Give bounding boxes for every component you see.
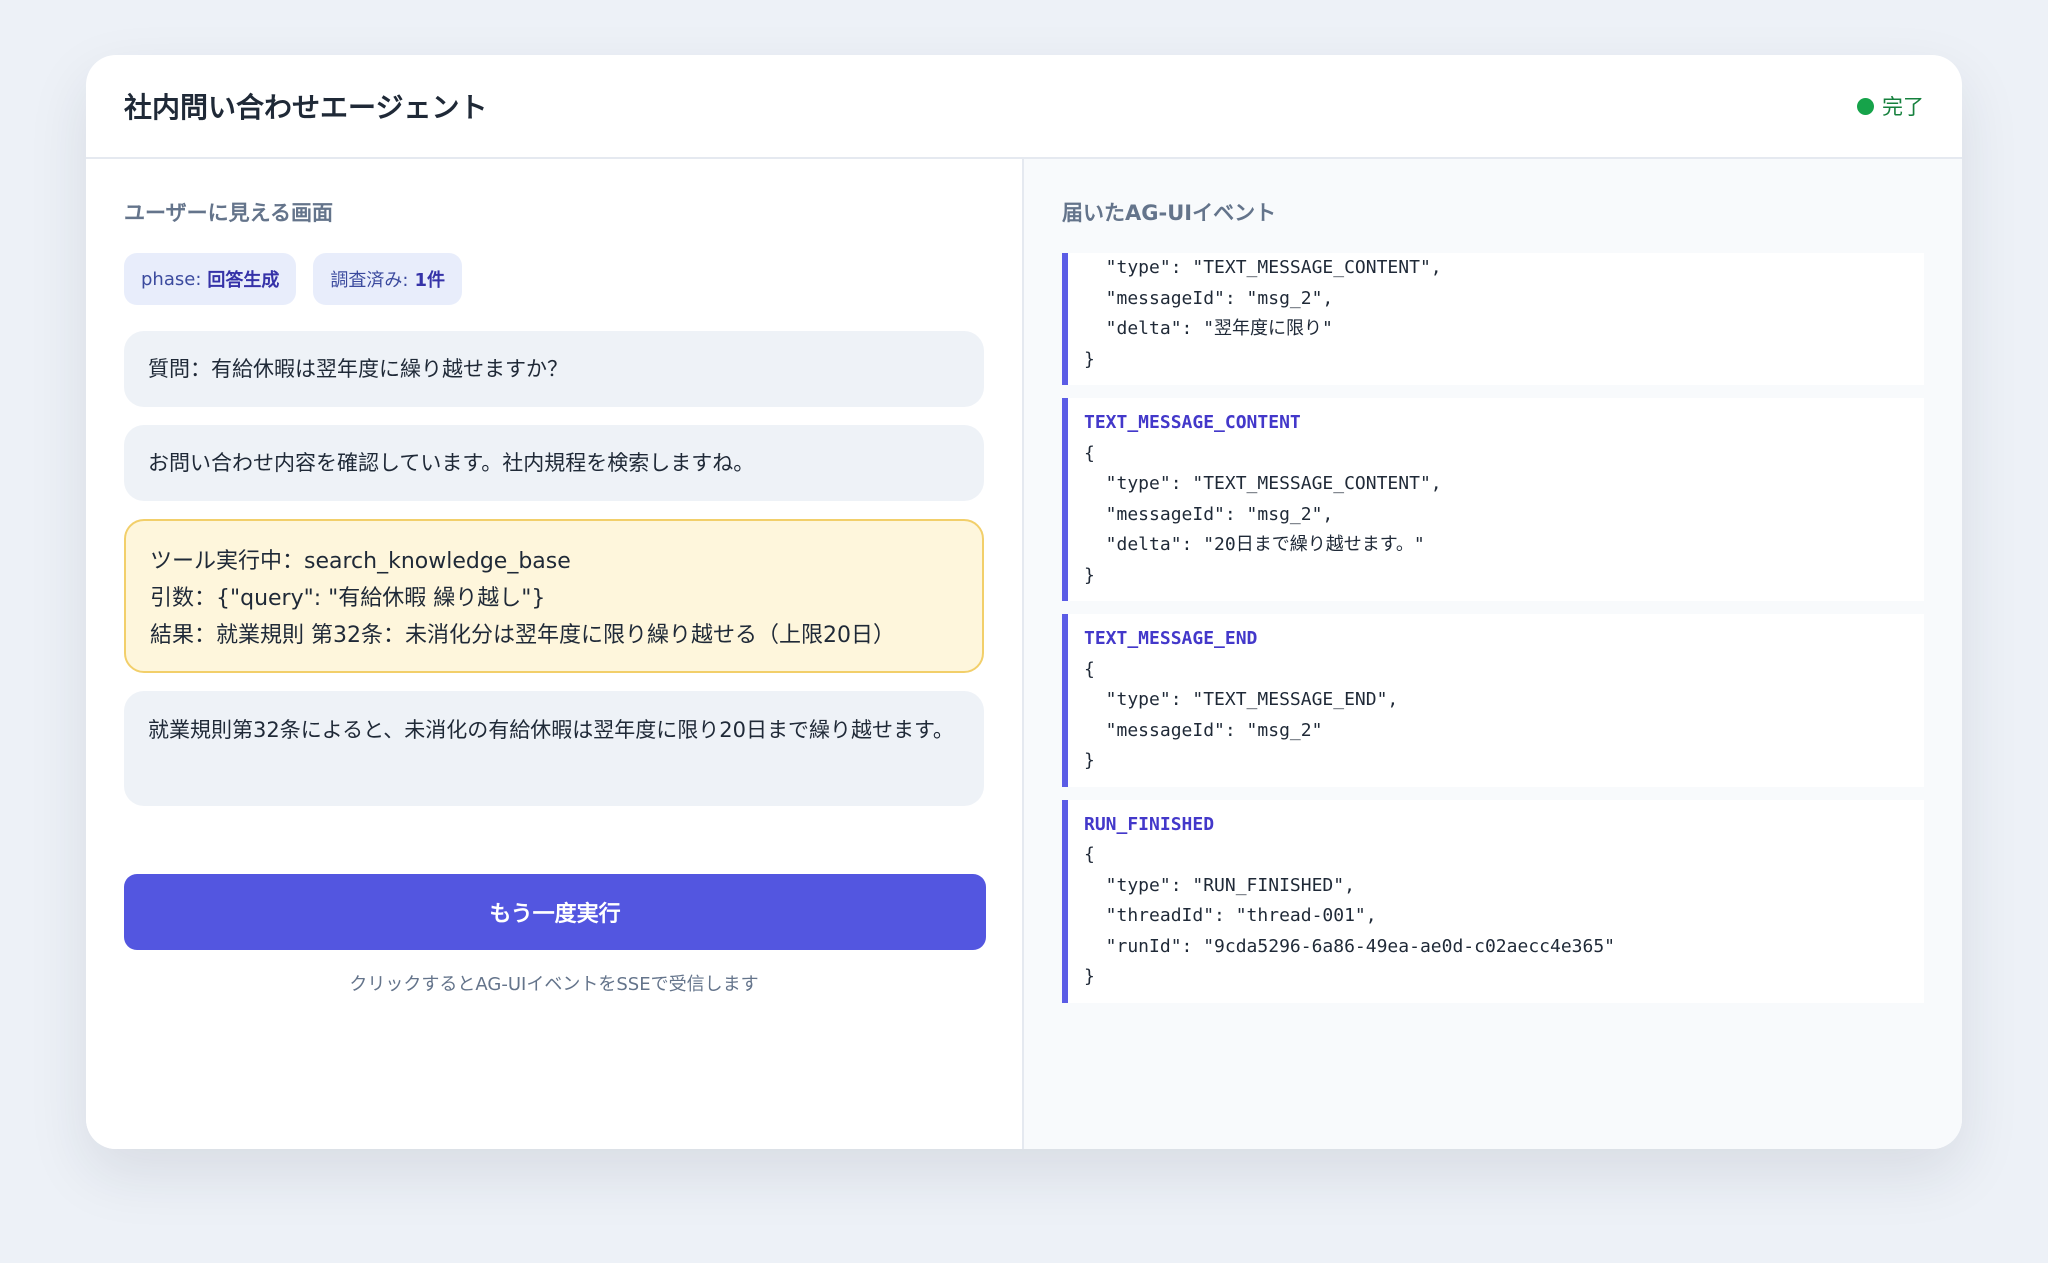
researched-chip-label: 調査済み: bbox=[330, 270, 409, 291]
event-name: RUN_FINISHED bbox=[1084, 813, 1215, 835]
app-title: 社内問い合わせエージェント bbox=[124, 91, 488, 124]
event-body: { "type": "TEXT_MESSAGE_END", "messageId… bbox=[1084, 658, 1399, 772]
user-view-title: ユーザーに見える画面 bbox=[124, 201, 333, 225]
ack-text: お問い合わせ内容を確認しています。社内規程を検索しますね。 bbox=[148, 451, 755, 475]
phase-chip-label: phase: bbox=[141, 268, 202, 290]
card-body: ユーザーに見える画面 phase: 回答生成 調査済み: 1件 質問：有給休暇は… bbox=[86, 159, 1962, 1149]
answer-text: 就業規則第32条によると、未消化の有給休暇は翌年度に限り20日まで繰り越せます。 bbox=[148, 718, 954, 742]
status-dot-icon bbox=[1857, 97, 1874, 115]
state-chips: phase: 回答生成 調査済み: 1件 bbox=[124, 253, 984, 305]
rerun-button[interactable]: もう一度実行 bbox=[124, 874, 986, 950]
card-header: 社内問い合わせエージェント 完了 bbox=[86, 55, 1962, 159]
event-body: { "type": "RUN_FINISHED", "threadId": "t… bbox=[1084, 844, 1616, 987]
tool-name-line: ツール実行中：search_knowledge_base bbox=[150, 549, 571, 574]
event-entry: RUN_FINISHED { "type": "RUN_FINISHED", "t… bbox=[1062, 799, 1924, 1003]
event-body: { "type": "TEXT_MESSAGE_CONTENT", "messa… bbox=[1084, 442, 1442, 586]
event-log[interactable]: "type": "TEXT_MESSAGE_CONTENT", "message… bbox=[1062, 253, 1924, 1013]
event-body: "type": "TEXT_MESSAGE_CONTENT", "message… bbox=[1084, 257, 1442, 370]
status-indicator: 完了 bbox=[1857, 91, 1924, 121]
tool-args-line: 引数：{"query": "有給休暇 繰り越し"} bbox=[150, 586, 546, 611]
rerun-hint: クリックするとAG-UIイベントをSSEで受信します bbox=[349, 974, 759, 995]
researched-chip-value: 1件 bbox=[414, 270, 445, 291]
phase-chip-value: 回答生成 bbox=[207, 270, 280, 291]
tool-result-line: 結果：就業規則 第32条：未消化分は翌年度に限り繰り越せる（上限20日） bbox=[150, 623, 895, 648]
event-entry: TEXT_MESSAGE_END { "type": "TEXT_MESSAGE_… bbox=[1062, 614, 1924, 787]
status-label: 完了 bbox=[1882, 95, 1924, 119]
question-text: 質問：有給休暇は翌年度に繰り越せますか？ bbox=[148, 357, 568, 381]
agent-card: 社内問い合わせエージェント 完了 ユーザーに見える画面 phase: 回答生成 … bbox=[86, 55, 1962, 1149]
event-name: TEXT_MESSAGE_END bbox=[1084, 628, 1258, 649]
ack-message: お問い合わせ内容を確認しています。社内規程を検索しますね。 bbox=[124, 425, 984, 501]
researched-chip: 調査済み: 1件 bbox=[313, 253, 462, 305]
phase-chip: phase: 回答生成 bbox=[124, 253, 297, 305]
event-entry: TEXT_MESSAGE_CONTENT { "type": "TEXT_MESS… bbox=[1062, 398, 1924, 601]
event-entry: "type": "TEXT_MESSAGE_CONTENT", "message… bbox=[1062, 253, 1924, 385]
events-pane: 届いたAG-UIイベント "type": "TEXT_MESSAGE_CONTE… bbox=[1024, 159, 1962, 1149]
question-message: 質問：有給休暇は翌年度に繰り越せますか？ bbox=[124, 331, 984, 407]
user-view-pane: ユーザーに見える画面 phase: 回答生成 調査済み: 1件 質問：有給休暇は… bbox=[86, 159, 1024, 1149]
event-name: TEXT_MESSAGE_CONTENT bbox=[1084, 412, 1301, 433]
tool-call-message: ツール実行中：search_knowledge_base 引数：{"query"… bbox=[124, 519, 984, 673]
events-title: 届いたAG-UIイベント bbox=[1062, 201, 1277, 225]
answer-message: 就業規則第32条によると、未消化の有給休暇は翌年度に限り20日まで繰り越せます。 bbox=[124, 691, 984, 806]
